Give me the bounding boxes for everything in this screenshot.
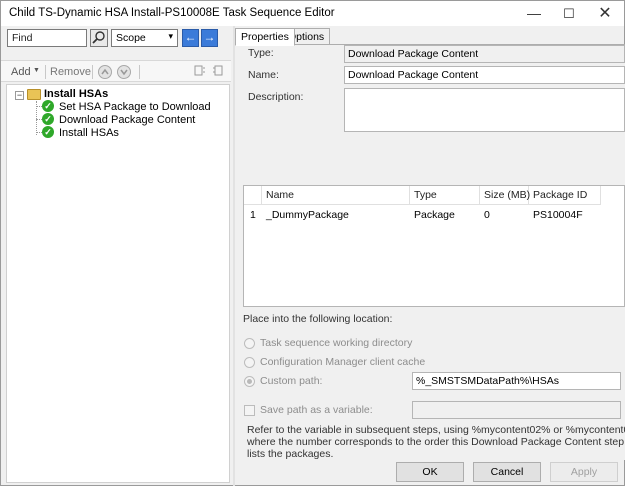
type-field: Download Package Content — [344, 45, 625, 63]
radio-working-directory[interactable] — [244, 338, 255, 349]
type-label: Type: — [248, 47, 274, 59]
note-line-3: lists the packages. — [247, 448, 334, 460]
collapse-toggle-icon[interactable]: − — [15, 91, 24, 100]
tab-properties[interactable]: Properties — [235, 28, 295, 46]
column-header-package-id[interactable]: Package ID — [529, 186, 601, 205]
task-sequence-editor-window: Child TS-Dynamic HSA Install-PS10008E Ta… — [0, 0, 625, 486]
radio-client-cache[interactable] — [244, 357, 255, 368]
title-bar: Child TS-Dynamic HSA Install-PS10008E Ta… — [1, 1, 624, 26]
expand-icon — [213, 65, 223, 76]
location-heading: Place into the following location: — [243, 313, 393, 325]
tree-step-label: Install HSAs — [59, 127, 119, 139]
radio-custom-path[interactable] — [244, 376, 255, 387]
remove-button[interactable]: Remove — [50, 66, 91, 78]
name-field[interactable]: Download Package Content — [344, 66, 625, 84]
tree-toolbar: Add ▼ Remove — [1, 60, 231, 82]
dropdown-arrow-icon: ▼ — [33, 67, 40, 74]
cell-name: _DummyPackage — [266, 209, 349, 221]
column-header-type[interactable]: Type — [410, 186, 480, 205]
search-icon — [92, 31, 105, 44]
minimize-button[interactable]: — — [516, 1, 552, 26]
tree-step[interactable]: ✓ Set HSA Package to Download — [42, 100, 227, 113]
scope-select[interactable]: Scope ▾ — [111, 29, 178, 47]
tree-step[interactable]: ✓ Install HSAs — [42, 126, 227, 139]
chevron-down-icon: ▾ — [168, 31, 173, 41]
folder-icon — [27, 89, 41, 100]
toolbar-divider — [139, 65, 140, 79]
radio-custom-path-label: Custom path: — [260, 375, 323, 387]
cell-type: Package — [414, 209, 455, 221]
move-up-icon — [101, 68, 109, 75]
move-down-icon — [120, 69, 128, 76]
row-index: 1 — [250, 209, 256, 221]
find-input[interactable]: Find — [7, 29, 87, 47]
expand-button[interactable] — [212, 65, 224, 80]
search-button[interactable] — [90, 29, 108, 47]
column-header-name[interactable]: Name — [262, 186, 410, 205]
maximize-button[interactable]: ☐ — [551, 1, 587, 26]
description-label: Description: — [248, 91, 304, 103]
save-path-variable-field — [412, 401, 621, 419]
name-label: Name: — [248, 69, 279, 81]
toolbar-divider — [45, 65, 46, 79]
left-pane: Find Scope ▾ ← → Add ▼ Remove − Install … — [1, 26, 231, 486]
tree-group-install-hsas[interactable]: − Install HSAs — [7, 87, 207, 100]
right-pane: Properties Options Type: Download Packag… — [235, 26, 625, 486]
find-next-button[interactable]: → — [201, 29, 218, 47]
check-icon: ✓ — [42, 100, 54, 112]
package-list[interactable]: Name Type Size (MB) Package ID 1 _DummyP… — [243, 185, 625, 307]
radio-working-directory-label: Task sequence working directory — [260, 337, 413, 349]
move-up-button[interactable] — [98, 65, 112, 79]
radio-client-cache-label: Configuration Manager client cache — [260, 356, 426, 368]
collapse-icon — [194, 65, 205, 76]
note-line-2: where the number corresponds to the orde… — [247, 436, 625, 448]
properties-panel: Type: Download Package Content Name: Dow… — [235, 44, 625, 460]
column-header-size[interactable]: Size (MB) — [480, 186, 530, 205]
move-down-button[interactable] — [117, 65, 131, 79]
check-icon: ✓ — [42, 126, 54, 138]
note-line-1: Refer to the variable in subsequent step… — [247, 424, 625, 436]
custom-path-field[interactable]: %_SMSTSMDataPath%\HSAs — [412, 372, 621, 390]
ok-button[interactable]: OK — [396, 462, 464, 482]
add-menu-button[interactable]: Add — [11, 66, 31, 78]
cell-size: 0 — [484, 209, 490, 221]
scope-value: Scope — [116, 32, 146, 44]
cancel-button[interactable]: Cancel — [473, 462, 541, 482]
collapse-button[interactable] — [194, 65, 206, 80]
save-path-label: Save path as a variable: — [260, 404, 373, 416]
window-title: Child TS-Dynamic HSA Install-PS10008E Ta… — [9, 7, 335, 19]
find-previous-button[interactable]: ← — [182, 29, 199, 47]
apply-button[interactable]: Apply — [550, 462, 618, 482]
cell-package-id: PS10004F — [533, 209, 583, 221]
tree-step[interactable]: ✓ Download Package Content — [42, 113, 227, 126]
check-icon: ✓ — [42, 113, 54, 125]
description-field[interactable] — [344, 88, 625, 132]
toolbar-divider — [92, 65, 93, 79]
save-path-checkbox[interactable] — [244, 405, 255, 416]
task-sequence-tree[interactable]: − Install HSAs ✓ Set HSA Package to Down… — [6, 84, 230, 483]
arrow-left-icon: ← — [184, 30, 197, 44]
close-button[interactable]: ✕ — [587, 1, 623, 26]
column-header-index — [244, 186, 262, 205]
arrow-right-icon: → — [203, 30, 216, 44]
